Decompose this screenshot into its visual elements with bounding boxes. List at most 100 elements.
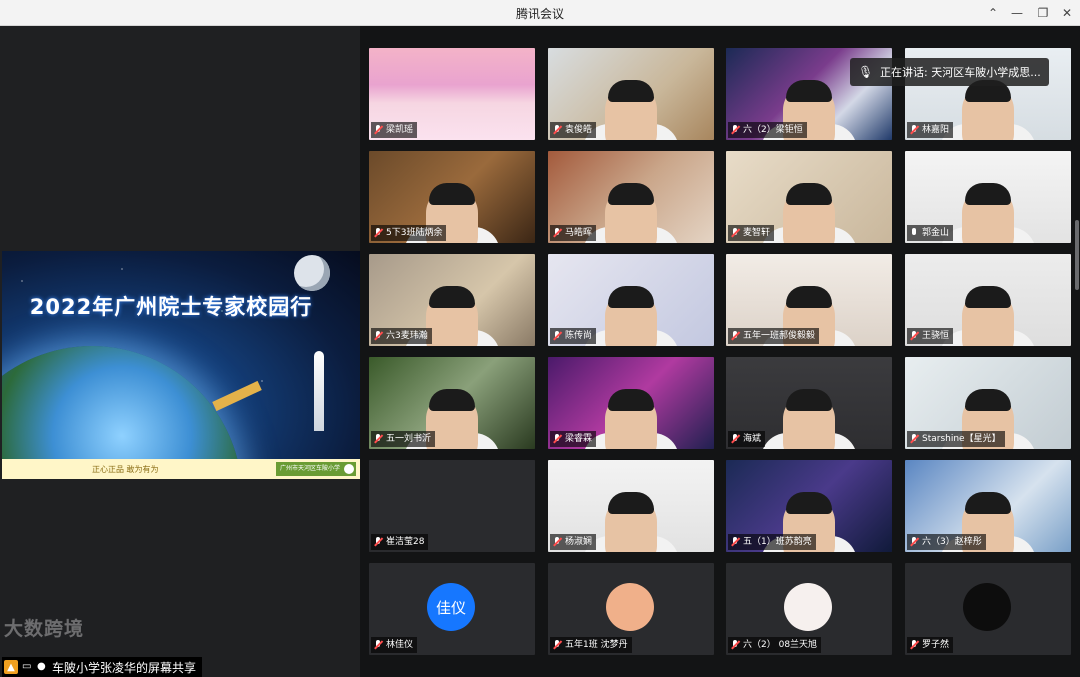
participant-face (426, 286, 478, 346)
participant-face (605, 389, 657, 449)
participant-tile[interactable]: 梁睿霖 (548, 357, 714, 449)
mic-muted-icon (909, 434, 919, 444)
participant-name: 五（1）班苏韵亮 (743, 537, 812, 547)
participant-tile[interactable]: Starshine【星光】 (905, 357, 1071, 449)
participant-tile[interactable]: 陈传尚 (548, 254, 714, 346)
participant-tile[interactable]: 佳仪林佳仪 (369, 563, 535, 655)
mic-muted-icon (730, 331, 740, 341)
mic-muted-icon (909, 640, 919, 650)
participant-face (962, 183, 1014, 243)
participant-tile[interactable]: 海斌 (726, 357, 892, 449)
monitor-icon: ▭ (22, 661, 32, 672)
participant-tile[interactable]: 六（2） 08兰天旭 (726, 563, 892, 655)
participant-name: 陈传尚 (565, 331, 593, 341)
meeting-window: 腾讯会议 ⌃ — ❐ ✕ 2022年广州院士专家校园行 正心正品 敢为有为 广州… (0, 0, 1080, 677)
close-icon[interactable]: ✕ (1052, 0, 1080, 26)
watermark: 大数跨境 (4, 618, 85, 640)
mic-icon: ● (37, 661, 46, 672)
mic-muted-icon (373, 125, 383, 135)
participant-tile[interactable]: 杨淑娴 (548, 460, 714, 552)
participant-face (783, 389, 835, 449)
participant-nameplate: 王骁恒 (907, 328, 954, 344)
mic-muted-icon (373, 228, 383, 238)
participant-face (605, 492, 657, 552)
mic-muted-icon (730, 434, 740, 444)
mic-muted-icon (730, 640, 740, 650)
participant-nameplate: 海斌 (728, 431, 766, 447)
rocket-image (314, 351, 324, 431)
participant-tile[interactable]: 梁凯瑶 (369, 48, 535, 140)
participant-name: 马皓晖 (565, 228, 593, 238)
screen-share-pane: 2022年广州院士专家校园行 正心正品 敢为有为 广州市天河区车陂小学 (0, 26, 360, 677)
mic-muted-icon (373, 331, 383, 341)
participant-tile[interactable]: 马皓晖 (548, 151, 714, 243)
participant-name: 5下3班陆炳余 (386, 228, 443, 238)
mic-muted-icon (552, 640, 562, 650)
participant-tile[interactable]: 五一刘书沂 (369, 357, 535, 449)
mic-muted-icon (373, 537, 383, 547)
participant-avatar (784, 583, 832, 631)
participant-face (605, 80, 657, 140)
participant-nameplate: 郭金山 (907, 225, 954, 241)
participant-face (605, 183, 657, 243)
participant-tile[interactable]: 五（1）班苏韵亮 (726, 460, 892, 552)
participant-name: 郭金山 (922, 228, 950, 238)
participant-avatar (606, 583, 654, 631)
participant-nameplate: 五年1班 沈梦丹 (550, 637, 632, 653)
participant-nameplate: 梁睿霖 (550, 431, 597, 447)
participant-tile[interactable]: 五年1班 沈梦丹 (548, 563, 714, 655)
slide-footer-school: 广州市天河区车陂小学 (275, 462, 356, 476)
participant-name: 罗子然 (922, 640, 950, 650)
speaking-indicator: 🎙 正在讲话: 天河区车陂小学成思... (850, 58, 1049, 86)
participant-tile[interactable]: 六3麦玮瀚 (369, 254, 535, 346)
participant-tile[interactable]: 麦智轩 (726, 151, 892, 243)
participant-nameplate: 五一刘书沂 (371, 431, 436, 447)
participant-tile[interactable]: 郭金山 (905, 151, 1071, 243)
speaker-icon: 🎙 (858, 65, 874, 79)
participant-nameplate: 六（2） 08兰天旭 (728, 637, 822, 653)
participant-nameplate: 罗子然 (907, 637, 954, 653)
participant-nameplate: 袁俊皓 (550, 122, 597, 138)
mic-muted-icon (552, 125, 562, 135)
participant-tile[interactable]: 崔洁莹28 (369, 460, 535, 552)
participant-name: 崔洁莹28 (386, 537, 425, 547)
participant-avatar: 佳仪 (427, 583, 475, 631)
participant-name: Starshine【星光】 (922, 434, 1001, 444)
participant-tile[interactable]: 袁俊皓 (548, 48, 714, 140)
participant-nameplate: 林嘉阳 (907, 122, 954, 138)
mic-muted-icon (552, 434, 562, 444)
participant-nameplate: 六3麦玮瀚 (371, 328, 432, 344)
participant-nameplate: 六（3）赵梓彤 (907, 534, 986, 550)
participant-nameplate: 陈传尚 (550, 328, 597, 344)
mic-muted-icon (730, 228, 740, 238)
participant-name: 袁俊皓 (565, 125, 593, 135)
participant-name: 梁凯瑶 (386, 125, 414, 135)
participant-name: 林嘉阳 (922, 125, 950, 135)
mic-muted-icon (909, 331, 919, 341)
participant-name: 麦智轩 (743, 228, 771, 238)
participant-tile[interactable]: 罗子然 (905, 563, 1071, 655)
participant-tile[interactable]: 5下3班陆炳余 (369, 151, 535, 243)
participant-nameplate: 崔洁莹28 (371, 534, 429, 550)
participant-name: 杨淑娴 (565, 537, 593, 547)
gallery-scrollbar[interactable] (1075, 220, 1079, 290)
share-screen-icon: ▲ (4, 660, 18, 674)
participant-nameplate: 杨淑娴 (550, 534, 597, 550)
participant-name: 海斌 (743, 434, 762, 444)
window-title: 腾讯会议 (515, 7, 564, 21)
mic-muted-icon (373, 640, 383, 650)
participant-name: 五年1班 沈梦丹 (565, 640, 628, 650)
participant-tile[interactable]: 王骁恒 (905, 254, 1071, 346)
participant-nameplate: 五（1）班苏韵亮 (728, 534, 816, 550)
participant-name: 六（2）梁钜恒 (743, 125, 803, 135)
participant-name: 林佳仪 (386, 640, 414, 650)
participant-nameplate: 麦智轩 (728, 225, 775, 241)
mic-muted-icon (909, 537, 919, 547)
shared-slide: 2022年广州院士专家校园行 正心正品 敢为有为 广州市天河区车陂小学 (2, 251, 360, 479)
mic-muted-icon (373, 434, 383, 444)
participant-tile[interactable]: 五年一班郝俊毅毅 (726, 254, 892, 346)
participant-tile[interactable]: 六（3）赵梓彤 (905, 460, 1071, 552)
participant-name: 六（2） 08兰天旭 (743, 640, 818, 650)
mic-muted-icon (552, 537, 562, 547)
mic-muted-icon (730, 537, 740, 547)
